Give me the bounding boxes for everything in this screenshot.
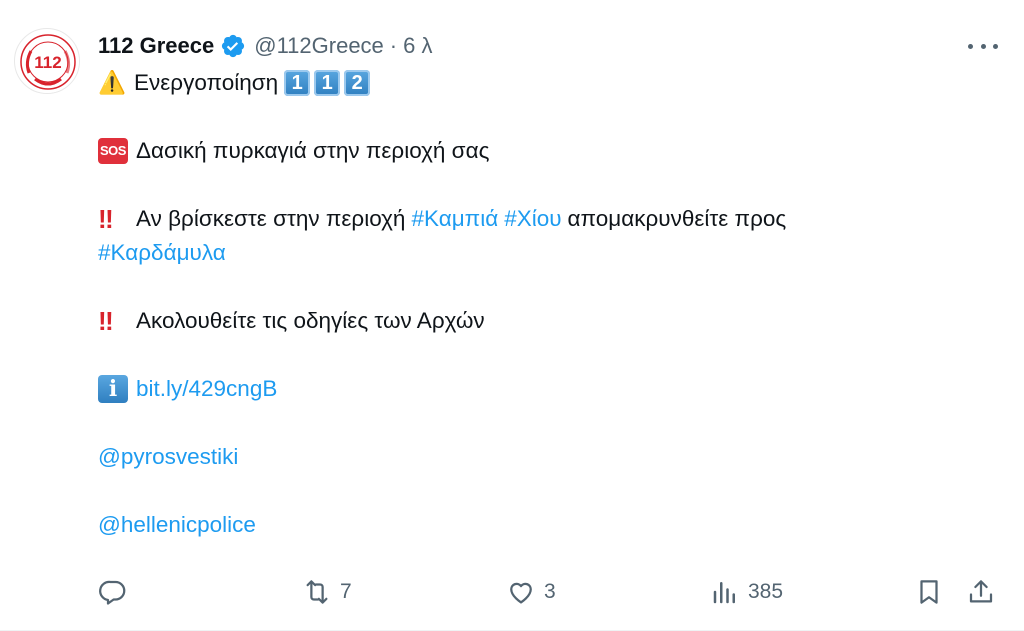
mention-link[interactable]: @pyrosvestiki <box>98 440 238 474</box>
body-line-mention-2: @hellenicpolice <box>98 508 978 542</box>
body-line-fire: SOS Δασική πυρκαγιά στην περιοχή σας <box>98 134 978 168</box>
evacuate-text-before: Αν βρίσκεστε στην περιοχή <box>136 206 406 231</box>
tweet[interactable]: 112 112 Greece @112Greece · 6 λ ⚠️ Ενεργ… <box>0 0 1024 631</box>
body-line-evacuate: ‼ Αν βρίσκεστε στην περιοχή #Καμπιά #Χίο… <box>98 202 978 236</box>
handle[interactable]: @112Greece <box>254 33 384 59</box>
activation-text: Ενεργοποίηση <box>134 70 279 95</box>
verified-badge-icon <box>220 33 246 59</box>
instructions-text: Ακολουθείτε τις οδηγίες των Αρχών <box>136 308 485 333</box>
sos-icon: SOS <box>98 138 128 164</box>
views-button[interactable]: 385 <box>710 574 783 610</box>
retweet-button[interactable]: 7 <box>302 574 352 610</box>
views-count: 385 <box>748 580 784 603</box>
views-icon <box>713 582 735 604</box>
warning-icon: ⚠️ <box>98 70 127 95</box>
share-icon <box>969 580 993 603</box>
share-button[interactable] <box>966 574 996 610</box>
double-exclamation-icon: ‼ <box>98 204 114 234</box>
avatar-text: 112 <box>34 53 61 72</box>
timestamp[interactable]: 6 λ <box>403 33 432 59</box>
tweet-body: ⚠️ Ενεργοποίηση 1 1 2 SOS Δασική πυρκαγι… <box>98 66 978 542</box>
bookmark-icon <box>920 580 938 604</box>
retweet-count: 7 <box>340 580 352 603</box>
keycap-1-icon: 1 <box>314 70 341 96</box>
evacuate-text-after: απομακρυνθείτε προς <box>567 206 787 231</box>
hashtag-link[interactable]: #Καρδάμυλα <box>98 236 226 270</box>
like-button[interactable]: 3 <box>506 574 556 610</box>
mention-link[interactable]: @hellenicpolice <box>98 508 256 542</box>
reply-button[interactable] <box>98 574 136 610</box>
bookmark-button[interactable] <box>914 574 944 610</box>
like-count: 3 <box>544 580 556 603</box>
avatar[interactable]: 112 <box>14 28 80 94</box>
heart-icon <box>510 582 532 604</box>
fire-alert-text: Δασική πυρκαγιά στην περιοχή σας <box>136 138 490 163</box>
keycap-1-icon: 1 <box>284 70 311 96</box>
body-line-mention-1: @pyrosvestiki <box>98 440 978 474</box>
more-icon[interactable] <box>968 34 998 58</box>
separator-dot: · <box>389 33 398 58</box>
body-line-activation: ⚠️ Ενεργοποίηση 1 1 2 <box>98 66 978 100</box>
double-exclamation-icon: ‼ <box>98 306 114 336</box>
display-name[interactable]: 112 Greece <box>98 33 214 59</box>
retweet-icon <box>306 580 328 604</box>
action-bar: 7 3 385 <box>98 574 1004 610</box>
info-icon: i <box>98 375 128 403</box>
body-line-link: i bit.ly/429cngB <box>98 372 978 406</box>
body-line-instructions: ‼ Ακολουθείτε τις οδηγίες των Αρχών <box>98 304 978 338</box>
reply-icon <box>99 580 126 605</box>
short-link[interactable]: bit.ly/429cngB <box>136 372 277 406</box>
keycap-2-icon: 2 <box>344 70 371 96</box>
tweet-header: 112 Greece @112Greece · 6 λ <box>98 30 432 62</box>
hashtag-link[interactable]: #Χίου <box>504 202 561 236</box>
body-line-evacuate-cont: #Καρδάμυλα <box>98 236 978 270</box>
logo-112-icon: 112 <box>17 31 79 93</box>
hashtag-link[interactable]: #Καμπιά <box>411 202 498 236</box>
